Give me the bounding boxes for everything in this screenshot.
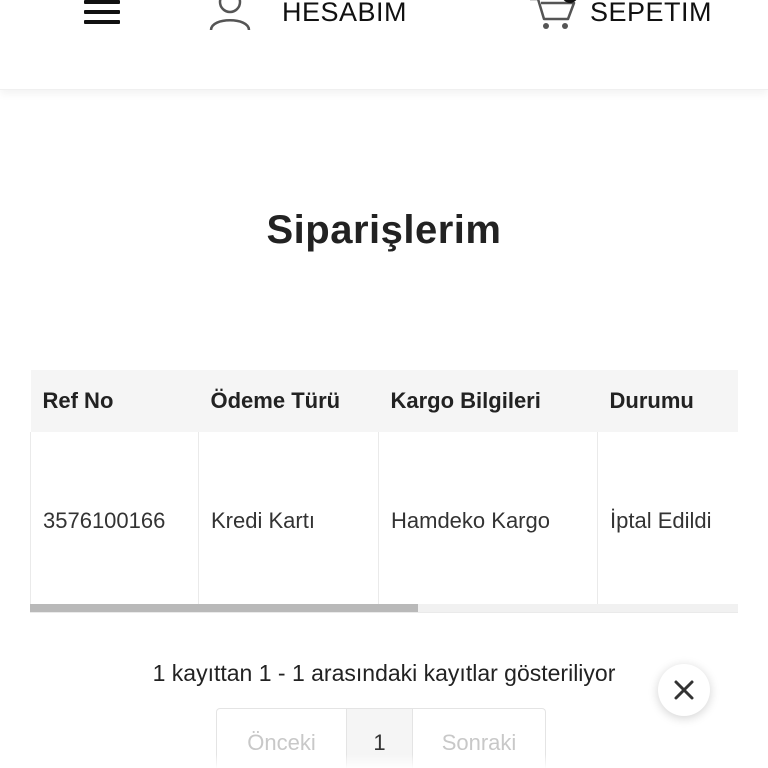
account-label: HESABIM	[282, 0, 408, 27]
orders-table: Ref No Ödeme Türü Kargo Bilgileri Durumu…	[30, 370, 738, 610]
account-link[interactable]: HESABIM	[208, 0, 407, 32]
bottom-fade-overlay	[180, 754, 710, 768]
cell-payment-type: Kredi Kartı	[198, 432, 379, 610]
cart-label: SEPETİM	[590, 0, 713, 27]
page-title: Siparişlerim	[266, 208, 502, 252]
cell-status: İptal Edildi	[597, 432, 738, 610]
table-bottom-divider	[30, 612, 738, 613]
cell-ref-no: 3576100166	[30, 432, 199, 610]
table-info-text: 1 kayıttan 1 - 1 arasındaki kayıtlar gös…	[152, 660, 616, 686]
column-header-status[interactable]: Durumu	[598, 370, 739, 432]
top-navigation-bar: HESABIM SEPETİM	[0, 0, 768, 90]
cart-link[interactable]: SEPETİM	[528, 0, 712, 32]
user-icon	[209, 0, 251, 31]
hamburger-menu-icon[interactable]	[84, 0, 120, 26]
column-header-payment-type[interactable]: Ödeme Türü	[199, 370, 379, 432]
horizontal-scrollbar[interactable]	[30, 604, 738, 612]
column-header-shipping-info[interactable]: Kargo Bilgileri	[379, 370, 598, 432]
table-row[interactable]: 3576100166 Kredi Kartı Hamdeko Kargo İpt…	[30, 432, 738, 610]
orders-table-container: Ref No Ödeme Türü Kargo Bilgileri Durumu…	[30, 370, 738, 612]
shopping-cart-icon	[530, 0, 577, 29]
cell-shipping-info: Hamdeko Kargo	[378, 432, 598, 610]
scrollbar-thumb[interactable]	[30, 604, 418, 612]
close-button[interactable]	[658, 664, 710, 716]
close-icon	[674, 680, 694, 700]
column-header-ref-no[interactable]: Ref No	[31, 370, 199, 432]
table-header-row: Ref No Ödeme Türü Kargo Bilgileri Durumu	[30, 370, 739, 432]
